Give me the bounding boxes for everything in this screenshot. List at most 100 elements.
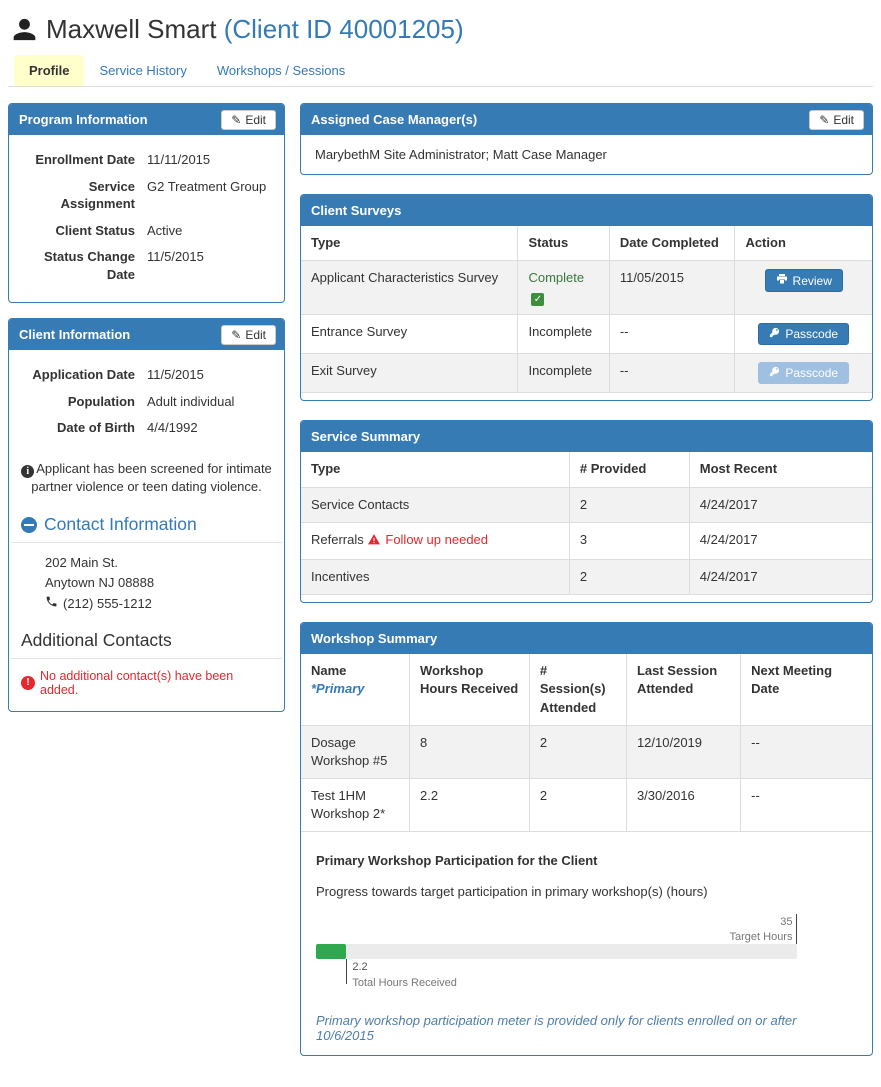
table-row: Dosage Workshop #5 8 2 12/10/2019 -- — [301, 724, 872, 780]
passcode-button[interactable]: Passcode — [758, 323, 850, 346]
participation-subheading: Progress towards target participation in… — [316, 884, 708, 900]
table-row: Applicant Characteristics Survey Complet… — [301, 260, 872, 316]
table-row: Exit Survey Incomplete -- Passcode — [301, 353, 872, 394]
column-header-action: Action — [734, 226, 872, 262]
column-header-name: Name — [311, 663, 347, 679]
target-hours-value: 35 — [780, 916, 793, 929]
service-summary-table: Type # Provided Most Recent Service Cont… — [301, 452, 872, 596]
field-row: Application Date 11/5/2015 — [15, 366, 274, 384]
service-summary-heading: Service Summary — [301, 421, 872, 453]
service-type: Referrals — [311, 531, 364, 547]
field-row: Population Adult individual — [15, 393, 274, 411]
table-row: Incentives 2 4/24/2017 — [301, 558, 872, 596]
field-label: Status Change Date — [43, 249, 135, 282]
survey-type: Entrance Survey — [301, 314, 519, 355]
field-row: Service Assignment G2 Treatment Group — [15, 178, 274, 213]
alert-circle-icon: ! — [21, 675, 35, 690]
workshop-name: Dosage Workshop #5 — [301, 724, 410, 780]
survey-status: Incomplete — [517, 314, 610, 355]
info-circle-icon: i — [21, 464, 35, 478]
no-additional-contacts-message: ! No additional contact(s) have been add… — [9, 659, 284, 711]
service-type: Incentives — [301, 558, 570, 596]
progress-track — [316, 944, 798, 960]
case-managers-heading: Assigned Case Manager(s) ✎ Edit — [301, 104, 872, 135]
tab-service-history[interactable]: Service History — [84, 55, 201, 86]
pencil-icon: ✎ — [231, 112, 242, 127]
review-button-label: Review — [792, 273, 832, 288]
case-managers-value: MarybethM Site Administrator; Matt Case … — [315, 147, 607, 162]
service-provided: 2 — [568, 486, 690, 523]
follow-up-warning: Follow up needed — [385, 531, 489, 547]
page-header: Maxwell Smart (Client ID 40001205) — [8, 8, 873, 55]
case-managers-edit-button[interactable]: ✎ Edit — [809, 109, 864, 130]
passcode-button-label: Passcode — [785, 366, 839, 381]
field-value: 11/5/2015 — [147, 249, 204, 265]
client-surveys-table: Type Status Date Completed Action Applic… — [301, 226, 872, 394]
additional-contacts-title: Additional Contacts — [21, 629, 172, 650]
service-most-recent: 4/24/2017 — [688, 521, 872, 560]
minus-circle-icon[interactable] — [21, 516, 37, 533]
program-information-edit-button[interactable]: ✎ Edit — [221, 109, 276, 130]
tab-profile[interactable]: Profile — [14, 55, 85, 86]
contact-information-title: Contact Information — [44, 514, 197, 535]
target-tick-mark — [796, 914, 798, 945]
passcode-button-disabled[interactable]: Passcode — [758, 362, 850, 385]
address-line-1: 202 Main St. — [45, 555, 118, 571]
pencil-icon: ✎ — [819, 112, 830, 127]
edit-button-label: Edit — [245, 327, 266, 342]
workshop-next-meeting: -- — [740, 778, 872, 833]
target-hours-label: 35 Target Hours — [730, 915, 793, 945]
additional-contacts-heading: Additional Contacts — [11, 620, 282, 659]
participation-section: Primary Workshop Participation for the C… — [301, 839, 872, 1055]
column-header-type: Type — [301, 452, 570, 488]
workshop-name: Test 1HM Workshop 2* — [301, 778, 410, 833]
passcode-button-label: Passcode — [785, 327, 839, 342]
no-additional-contacts-text: No additional contact(s) have been added… — [40, 668, 234, 697]
workshop-summary-heading: Workshop Summary — [301, 623, 872, 655]
client-information-heading: Client Information ✎ Edit — [9, 319, 284, 351]
user-icon — [12, 17, 37, 42]
contact-information-toggle[interactable]: Contact Information — [11, 504, 282, 544]
program-information-fields: Enrollment Date 11/11/2015 Service Assig… — [9, 135, 284, 302]
service-summary-panel: Service Summary Type # Provided Most Rec… — [300, 420, 873, 604]
service-provided: 3 — [568, 521, 690, 560]
workshop-sessions: 2 — [528, 778, 627, 833]
check-square-icon: ✓ — [531, 293, 545, 307]
field-value: 11/5/2015 — [147, 367, 204, 383]
service-most-recent: 4/24/2017 — [688, 486, 872, 523]
participation-meter: 35 Target Hours 2.2 Total Hours Received — [316, 913, 798, 999]
client-information-panel: Client Information ✎ Edit Application Dat… — [8, 318, 285, 712]
screening-note: i Applicant has been screened for intimat… — [9, 456, 284, 504]
warning-triangle-icon — [367, 533, 381, 549]
table-header-row: Type Status Date Completed Action — [301, 226, 872, 262]
survey-status: Complete — [528, 270, 585, 286]
participation-note: Primary workshop participation meter is … — [316, 1013, 797, 1044]
screening-note-text: Applicant has been screened for intimate… — [31, 460, 272, 495]
workshop-sessions: 2 — [528, 724, 627, 780]
case-managers-panel: Assigned Case Manager(s) ✎ Edit MarybethM… — [300, 103, 873, 175]
client-surveys-heading: Client Surveys — [301, 195, 872, 226]
program-information-title: Program Information — [19, 112, 148, 127]
service-summary-title: Service Summary — [311, 429, 421, 445]
field-row: Status Change Date 11/5/2015 — [15, 248, 274, 283]
edit-button-label: Edit — [245, 112, 266, 127]
field-label: Date of Birth — [57, 420, 135, 436]
case-managers-title: Assigned Case Manager(s) — [311, 112, 478, 127]
client-information-edit-button[interactable]: ✎ Edit — [221, 324, 276, 345]
service-provided: 2 — [568, 558, 690, 596]
survey-date-completed: -- — [608, 353, 736, 394]
field-value: Adult individual — [147, 393, 235, 409]
program-information-heading: Program Information ✎ Edit — [9, 104, 284, 135]
workshop-hours: 8 — [408, 724, 530, 780]
address-line-2: Anytown NJ 08888 — [45, 575, 155, 591]
workshop-summary-title: Workshop Summary — [311, 631, 438, 647]
client-name: Maxwell Smart — [46, 14, 217, 44]
review-button[interactable]: Review — [764, 269, 843, 293]
field-row: Enrollment Date 11/11/2015 — [15, 151, 274, 169]
column-header-sessions: # Session(s) Attended — [528, 654, 627, 726]
tab-workshops-sessions[interactable]: Workshops / Sessions — [202, 55, 360, 86]
survey-date-completed: -- — [608, 314, 736, 355]
program-information-panel: Program Information ✎ Edit Enrollment Dat… — [8, 103, 285, 304]
table-row: Test 1HM Workshop 2* 2.2 2 3/30/2016 -- — [301, 778, 872, 833]
workshop-next-meeting: -- — [740, 724, 872, 780]
